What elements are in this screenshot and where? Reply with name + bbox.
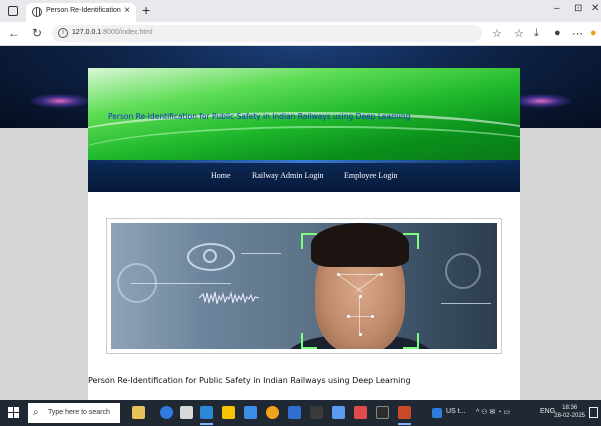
edge-icon[interactable] [160, 406, 173, 419]
chrome-icon[interactable] [266, 406, 279, 419]
store-icon[interactable] [200, 406, 213, 419]
people-app-icon[interactable] [132, 406, 145, 419]
hero-image [111, 223, 497, 349]
active-indicator [398, 423, 411, 425]
profile-icon[interactable]: ● [554, 27, 561, 39]
more-menu-icon[interactable]: ⋯ [572, 27, 583, 40]
taskbar: ⌕ Type here to search US t... ^ ⚇ ✉ ◔ ▭ … [0, 400, 601, 426]
restore-button[interactable]: ⊡ [574, 3, 582, 14]
main-nav: Home Railway Admin Login Employee Login [88, 160, 520, 192]
hud-target-icon [203, 249, 217, 263]
nav-home[interactable]: Home [211, 171, 231, 180]
close-tab-icon[interactable]: × [124, 5, 130, 16]
bookmark-star-icon[interactable]: ☆ [492, 27, 502, 40]
scan-bracket [301, 333, 317, 349]
page-viewport: Person Re-Identification for Public Safe… [0, 46, 601, 400]
tab-actions-icon[interactable] [8, 6, 18, 16]
mesh-line [359, 296, 360, 334]
app-icon[interactable] [398, 406, 411, 419]
hud-line [241, 253, 281, 254]
search-placeholder: Type here to search [48, 409, 110, 416]
nav-railway-admin-login[interactable]: Railway Admin Login [252, 171, 324, 180]
tray-weather-text[interactable]: US t... [446, 408, 465, 415]
minimize-button[interactable]: – [554, 3, 560, 14]
mesh-line [348, 316, 372, 317]
scan-bracket [301, 233, 317, 249]
mesh-line [338, 274, 381, 275]
clock[interactable]: 18:36 28-02-2025 [554, 404, 585, 420]
favorites-icon[interactable]: ☆ [514, 27, 524, 40]
tray-icons[interactable]: ^ ⚇ ✉ ◔ ▭ [476, 408, 510, 416]
scan-bracket [403, 233, 419, 249]
clock-date: 28-02-2025 [554, 413, 585, 419]
notification-icon[interactable] [589, 407, 598, 418]
tab-bar: Person Re-Identification × + – ⊡ ✕ [0, 0, 601, 22]
search-icon: ⌕ [33, 407, 39, 418]
url-text: 127.0.0.1:8000/index.html [72, 29, 153, 36]
copilot-icon[interactable]: ● [590, 27, 597, 39]
new-tab-button[interactable]: + [142, 2, 150, 18]
hud-line [441, 303, 491, 304]
explorer-icon[interactable] [180, 406, 193, 419]
refresh-icon[interactable]: ↻ [32, 26, 42, 40]
app-icon[interactable] [354, 406, 367, 419]
word-icon[interactable] [288, 406, 301, 419]
globe-icon [32, 7, 42, 17]
scan-bracket [403, 333, 419, 349]
nav-employee-login[interactable]: Employee Login [344, 171, 398, 180]
face-scan-figure [285, 223, 435, 349]
windows-start-icon[interactable] [8, 407, 20, 419]
hero-image-frame [106, 218, 502, 354]
folder-icon[interactable] [222, 406, 235, 419]
cmd-icon[interactable] [376, 406, 389, 419]
hud-line [131, 283, 231, 284]
main-container: Person Re-Identification for Public Safe… [88, 68, 520, 400]
language-indicator[interactable]: ENG [540, 408, 555, 415]
info-icon[interactable]: i [58, 28, 68, 38]
url-input[interactable]: i 127.0.0.1:8000/index.html ☆ [52, 25, 502, 42]
tab-active[interactable]: Person Re-Identification × [26, 3, 136, 22]
app-icon[interactable] [332, 406, 345, 419]
waveform-icon [199, 291, 259, 305]
figure-hair [311, 223, 409, 267]
hud-dial-icon [445, 253, 481, 289]
footer-caption: Person Re-Identification for Public Safe… [88, 376, 411, 385]
taskbar-search[interactable]: ⌕ Type here to search [28, 403, 120, 423]
close-window-button[interactable]: ✕ [591, 3, 599, 14]
terminal-icon[interactable] [310, 406, 323, 419]
tab-title: Person Re-Identification [46, 7, 121, 14]
active-indicator [200, 423, 213, 425]
site-title: Person Re-Identification for Public Safe… [108, 112, 411, 121]
app-icon[interactable] [244, 406, 257, 419]
address-bar-row: ← ↻ i 127.0.0.1:8000/index.html ☆ ☆ ⤓ ● … [0, 22, 601, 46]
url-path: :8000/index.html [101, 29, 153, 36]
url-host: 127.0.0.1 [72, 29, 102, 36]
weather-icon[interactable] [432, 408, 442, 418]
site-banner: Person Re-Identification for Public Safe… [88, 68, 520, 160]
clock-time: 18:36 [562, 405, 578, 411]
downloads-icon[interactable]: ⤓ [534, 27, 539, 40]
back-icon[interactable]: ← [8, 26, 20, 40]
